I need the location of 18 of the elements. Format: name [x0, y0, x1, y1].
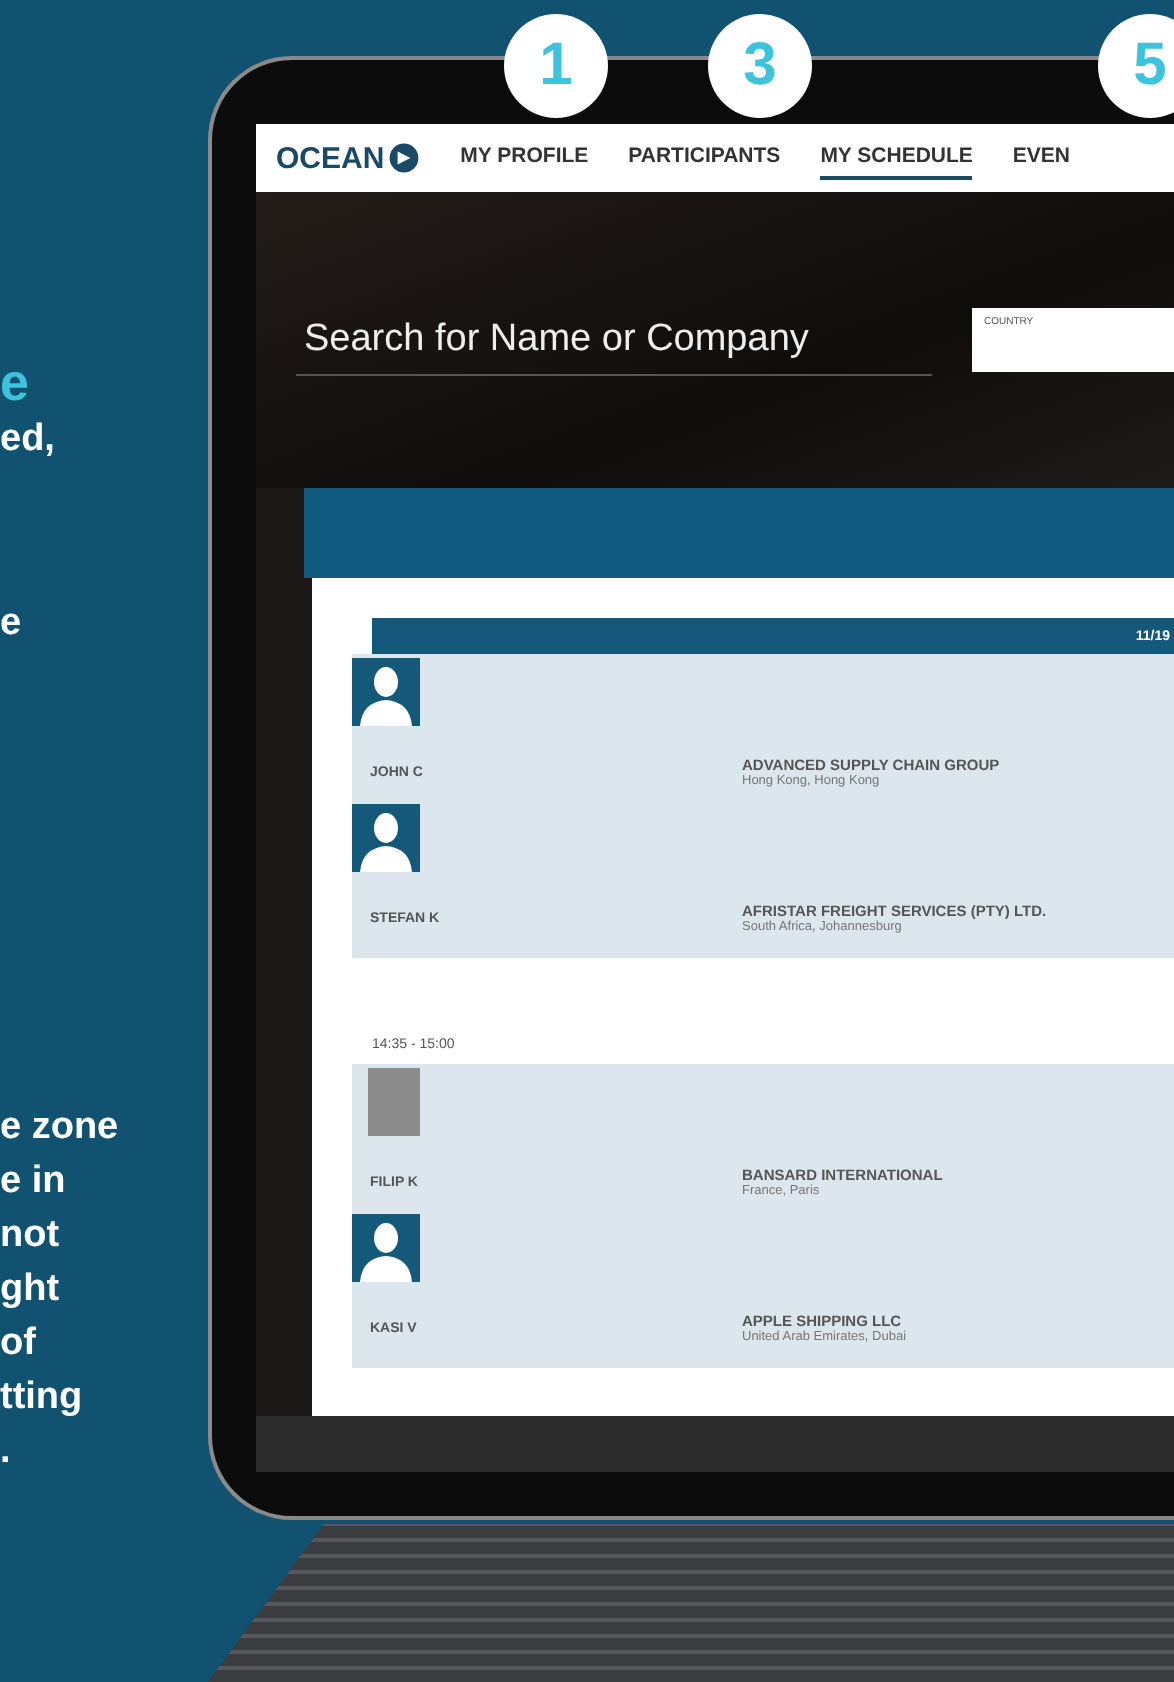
avatar-silhouette-icon — [352, 658, 420, 726]
nav-tab[interactable]: MY PROFILE — [460, 136, 589, 180]
avatar-silhouette-icon — [352, 804, 420, 872]
text-fragment: e zone e in not ght of tting . — [0, 1104, 121, 1476]
avatar-silhouette-icon — [352, 1214, 420, 1282]
text-fragment: e — [0, 600, 24, 648]
step-badge: 5 — [1098, 14, 1174, 118]
text-fragment: ed, — [0, 416, 57, 464]
logo-text: OCEAN — [276, 141, 385, 175]
step-badge: 3 — [708, 14, 812, 118]
heading-fragment: e — [0, 352, 31, 412]
search-field[interactable]: Search for Name or Company — [296, 305, 932, 375]
nav-tab[interactable]: PARTICIPANTS — [628, 136, 781, 180]
step-badge: 1 — [504, 14, 608, 118]
nav-tab[interactable]: MY SCHEDULE — [820, 136, 973, 180]
logo-icon — [388, 142, 421, 174]
nav-tab[interactable]: EVEN — [1012, 136, 1071, 180]
photo-placeholder — [368, 1068, 420, 1136]
